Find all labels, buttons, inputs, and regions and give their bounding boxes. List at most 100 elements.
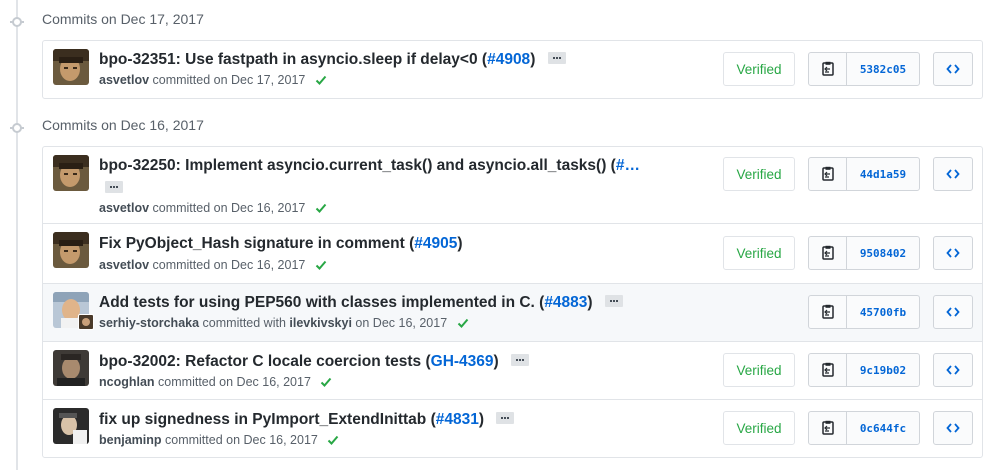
expand-description-button[interactable]	[105, 181, 123, 193]
pull-request-link[interactable]: #4831	[436, 411, 479, 428]
check-icon[interactable]	[315, 202, 327, 214]
sha-button-group: 0c644fc	[808, 411, 920, 445]
expand-description-button[interactable]	[496, 411, 515, 424]
check-icon[interactable]	[315, 259, 327, 271]
verified-badge[interactable]: Verified	[723, 353, 795, 387]
pull-request-link[interactable]: #4908	[487, 51, 530, 68]
commit-message-suffix[interactable]: )	[587, 294, 592, 311]
expand-description-button[interactable]	[547, 51, 566, 64]
expand-description-button[interactable]	[604, 294, 623, 307]
commit-row: bpo-32002: Refactor C locale coercion te…	[43, 341, 982, 399]
pull-request-link[interactable]: #…	[616, 157, 640, 174]
author-link[interactable]: ncoghlan	[99, 375, 155, 389]
check-icon[interactable]	[327, 434, 339, 446]
browse-repository-button[interactable]	[933, 52, 973, 86]
browse-repository-button[interactable]	[933, 353, 973, 387]
code-icon	[946, 169, 960, 179]
copy-sha-button[interactable]	[809, 296, 847, 328]
code-icon	[946, 423, 960, 433]
commit-sha-link[interactable]: 0c644fc	[847, 412, 919, 444]
commit-row: bpo-32250: Implement asyncio.current_tas…	[43, 147, 982, 223]
verified-badge[interactable]: Verified	[723, 157, 795, 191]
browse-repository-button[interactable]	[933, 236, 973, 270]
commit-group-date: Commits on Dec 16, 2017	[42, 117, 204, 133]
commit-message-suffix[interactable]: )	[494, 353, 499, 370]
code-icon	[946, 365, 960, 375]
clipboard-icon	[821, 166, 834, 181]
commit-date: committed on Dec 16, 2017	[149, 258, 306, 272]
git-commit-icon	[10, 17, 24, 27]
author-link[interactable]: benjaminp	[99, 433, 162, 447]
copy-sha-button[interactable]	[809, 53, 847, 85]
check-icon[interactable]	[315, 74, 327, 86]
commit-date: committed on Dec 16, 2017	[161, 433, 318, 447]
commit-sha-link[interactable]: 9508402	[847, 237, 919, 269]
sha-button-group: 9c19b02	[808, 353, 920, 387]
commit-list: bpo-32250: Implement asyncio.current_tas…	[42, 146, 983, 458]
commit-message-link[interactable]: bpo-32351: Use fastpath in asyncio.sleep…	[99, 51, 487, 68]
code-icon	[946, 248, 960, 258]
coauthor-avatar[interactable]	[78, 314, 94, 330]
timeline-line	[16, 0, 18, 470]
avatar[interactable]	[53, 155, 89, 191]
avatar[interactable]	[53, 49, 89, 85]
commit-message-link[interactable]: bpo-32002: Refactor C locale coercion te…	[99, 353, 431, 370]
commit-row: bpo-32351: Use fastpath in asyncio.sleep…	[43, 41, 982, 98]
commit-message-link[interactable]: fix up signedness in PyImport_ExtendInit…	[99, 411, 436, 428]
verified-badge[interactable]: Verified	[723, 236, 795, 270]
commit-meta: asvetlov committed on Dec 16, 2017	[99, 201, 327, 215]
verified-badge[interactable]: Verified	[723, 411, 795, 445]
pull-request-link[interactable]: GH-4369	[431, 353, 494, 370]
git-commit-icon	[10, 123, 24, 133]
copy-sha-button[interactable]	[809, 237, 847, 269]
commit-group-header: Commits on Dec 16, 2017	[0, 114, 400, 138]
clipboard-icon	[821, 304, 834, 319]
expand-description-button[interactable]	[511, 353, 530, 366]
author-link[interactable]: asvetlov	[99, 201, 149, 215]
author-link[interactable]: serhiy-storchaka	[99, 316, 199, 330]
commit-message-suffix[interactable]: )	[479, 411, 484, 428]
commit-message-suffix[interactable]: )	[457, 235, 462, 252]
clipboard-icon	[821, 362, 834, 377]
author-link[interactable]: asvetlov	[99, 73, 149, 87]
sha-button-group: 9508402	[808, 236, 920, 270]
pull-request-link[interactable]: #4905	[414, 235, 457, 252]
coauthor-link[interactable]: ilevkivskyi	[289, 316, 352, 330]
sha-button-group: 44d1a59	[808, 157, 920, 191]
browse-repository-button[interactable]	[933, 411, 973, 445]
commit-group-date: Commits on Dec 17, 2017	[42, 11, 204, 27]
commit-message-link[interactable]: Fix PyObject_Hash signature in comment (	[99, 235, 414, 252]
verified-badge[interactable]: Verified	[723, 52, 795, 86]
browse-repository-button[interactable]	[933, 157, 973, 191]
commit-sha-link[interactable]: 9c19b02	[847, 354, 919, 386]
copy-sha-button[interactable]	[809, 158, 847, 190]
commit-sha-link[interactable]: 45700fb	[847, 296, 919, 328]
commit-meta: serhiy-storchaka committed with ilevkivs…	[99, 316, 469, 330]
author-link[interactable]: asvetlov	[99, 258, 149, 272]
avatar[interactable]	[53, 232, 89, 268]
commit-meta: benjaminp committed on Dec 16, 2017	[99, 433, 339, 447]
copy-sha-button[interactable]	[809, 354, 847, 386]
commit-meta: asvetlov committed on Dec 16, 2017	[99, 258, 327, 272]
commit-date: committed on Dec 16, 2017	[149, 201, 306, 215]
commit-group-header: Commits on Dec 17, 2017	[0, 8, 400, 32]
check-icon[interactable]	[320, 376, 332, 388]
avatar[interactable]	[53, 350, 89, 386]
commit-message-link[interactable]: Add tests for using PEP560 with classes …	[99, 294, 544, 311]
copy-sha-button[interactable]	[809, 412, 847, 444]
commit-date: committed on Dec 17, 2017	[149, 73, 306, 87]
commit-list: bpo-32351: Use fastpath in asyncio.sleep…	[42, 40, 983, 99]
clipboard-icon	[821, 61, 834, 76]
commit-title: Add tests for using PEP560 with classes …	[99, 294, 623, 312]
browse-repository-button[interactable]	[933, 295, 973, 329]
commit-message-suffix[interactable]: )	[530, 51, 535, 68]
pull-request-link[interactable]: #4883	[544, 294, 587, 311]
commit-sha-link[interactable]: 5382c05	[847, 53, 919, 85]
check-icon[interactable]	[457, 317, 469, 329]
commit-meta: asvetlov committed on Dec 17, 2017	[99, 73, 327, 87]
avatar[interactable]	[53, 408, 89, 444]
commit-message-link[interactable]: bpo-32250: Implement asyncio.current_tas…	[99, 157, 616, 174]
commit-sha-link[interactable]: 44d1a59	[847, 158, 919, 190]
commit-row: Fix PyObject_Hash signature in comment (…	[43, 223, 982, 283]
commit-date: on Dec 16, 2017	[351, 316, 448, 330]
